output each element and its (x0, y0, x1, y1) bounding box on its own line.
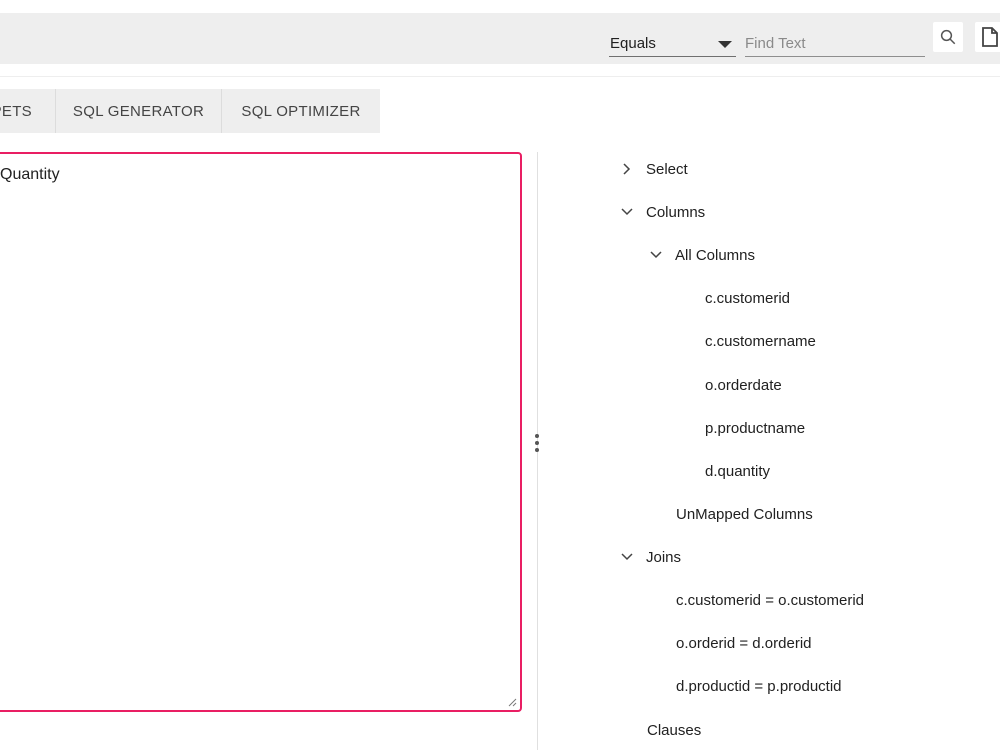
match-mode-select[interactable]: Equals (609, 23, 736, 57)
tree-node-columns[interactable]: Columns (620, 197, 705, 227)
tree-node-label: All Columns (675, 246, 756, 264)
document-icon (982, 27, 998, 47)
tree-node-select[interactable]: Select (620, 154, 688, 184)
tree-leaf-column[interactable]: d.quantity (705, 456, 770, 486)
match-mode-value: Equals (610, 35, 656, 52)
sql-editor-content: Quantity (0, 166, 60, 183)
new-document-button[interactable] (975, 22, 1000, 52)
resize-grip-icon[interactable] (507, 697, 517, 707)
tree-leaf-join[interactable]: d.productid = p.productid (676, 671, 842, 701)
tree-node-all-columns[interactable]: All Columns (649, 240, 755, 270)
tree-leaf-column[interactable]: p.productname (705, 413, 805, 443)
tree-node-label: Joins (646, 548, 682, 566)
tree-leaf-column[interactable]: c.customername (705, 326, 816, 356)
chevron-down-icon (621, 553, 633, 561)
tab-sql-generator[interactable]: SQL GENERATOR (56, 89, 222, 133)
chevron-down-icon (621, 208, 633, 216)
drag-handle-icon[interactable] (535, 434, 540, 454)
divider (0, 76, 1000, 77)
tree-node-label: Select (646, 160, 688, 178)
tree-leaf-column[interactable]: o.orderdate (705, 370, 782, 400)
search-button[interactable] (933, 22, 963, 52)
chevron-down-icon (650, 251, 662, 259)
dropdown-arrow-icon (718, 41, 732, 48)
tree-leaf-column[interactable]: c.customerid (705, 283, 790, 313)
tree-node-label: Columns (646, 203, 706, 221)
tab-sql-optimizer[interactable]: SQL OPTIMIZER (222, 89, 380, 133)
tree-node-clauses[interactable]: Clauses (647, 715, 701, 745)
sql-editor-textarea[interactable]: Quantity (0, 152, 522, 712)
tab-bar: PETS SQL GENERATOR SQL OPTIMIZER (0, 89, 380, 133)
tree-leaf-join[interactable]: c.customerid = o.customerid (676, 585, 864, 615)
chevron-right-icon (623, 163, 631, 175)
tree-node-joins[interactable]: Joins (620, 542, 681, 572)
search-toolbar: Equals (0, 13, 1000, 64)
search-icon (940, 29, 956, 45)
find-text-input[interactable] (745, 23, 925, 57)
tab-snippets[interactable]: PETS (0, 89, 56, 133)
tree-node-unmapped-columns[interactable]: UnMapped Columns (676, 499, 813, 529)
tree-leaf-join[interactable]: o.orderid = d.orderid (676, 628, 812, 658)
